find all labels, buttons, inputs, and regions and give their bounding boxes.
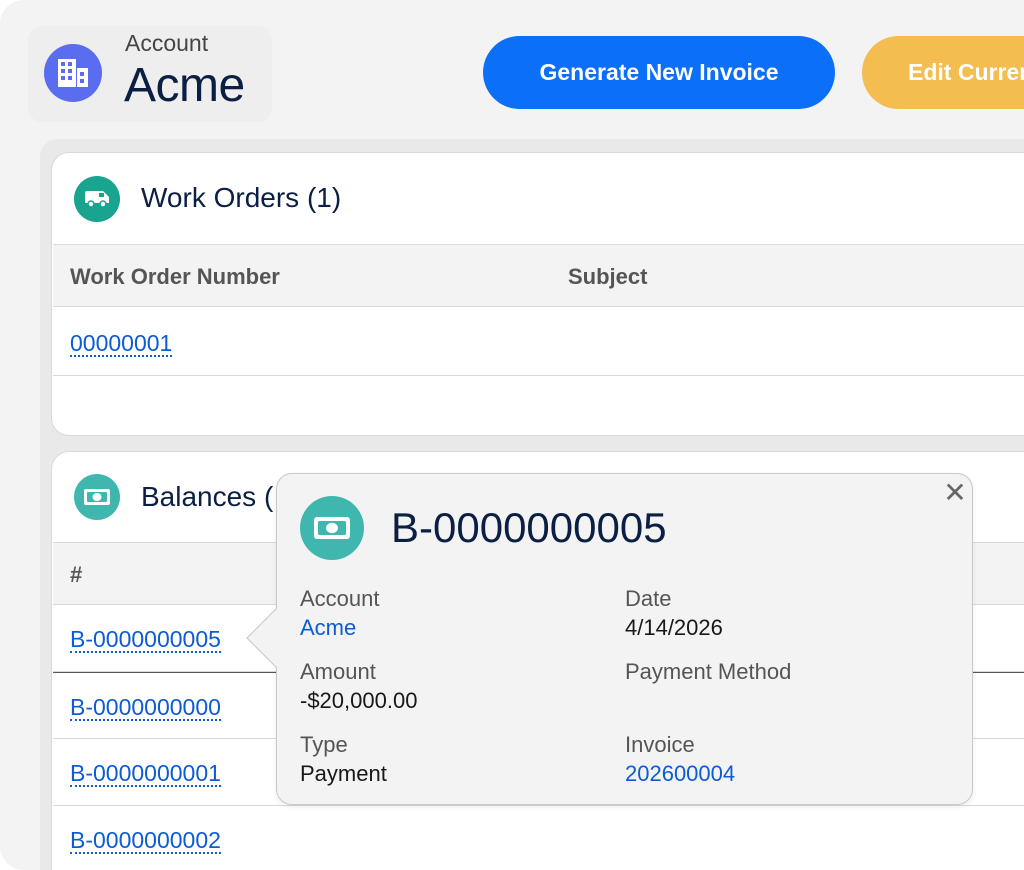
balance-link[interactable]: B-0000000005 <box>70 627 221 654</box>
balance-link[interactable]: B-0000000002 <box>70 828 221 855</box>
field-label-date: Date <box>625 586 672 611</box>
field-label-amount: Amount <box>300 659 376 684</box>
app-frame: Account Acme Generate New Invoice Edit C… <box>0 0 1024 870</box>
balance-link[interactable]: B-0000000001 <box>70 761 221 788</box>
table-row: 00000001 <box>53 307 1024 376</box>
work-orders-title[interactable]: Work Orders (1) <box>141 182 341 214</box>
column-header-number[interactable]: # <box>70 562 82 588</box>
money-icon <box>300 496 364 560</box>
field-value-invoice-link[interactable]: 202600004 <box>625 761 735 787</box>
field-label-payment-method: Payment Method <box>625 659 792 684</box>
account-name: Acme <box>124 59 245 112</box>
money-icon <box>74 474 120 520</box>
building-icon <box>44 44 102 102</box>
field-value-amount: -$20,000.00 <box>300 688 418 713</box>
field-label-account: Account <box>300 586 380 611</box>
column-header-subject[interactable]: Subject <box>568 264 647 290</box>
balance-link[interactable]: B-0000000000 <box>70 695 221 722</box>
work-order-number-link[interactable]: 00000001 <box>70 331 173 358</box>
field-value-date: 4/14/2026 <box>625 615 723 640</box>
close-icon[interactable]: ✕ <box>940 478 970 508</box>
edit-currency-button[interactable]: Edit Currency <box>862 36 1024 109</box>
field-label-invoice: Invoice <box>625 732 695 757</box>
balances-title[interactable]: Balances ( <box>141 481 273 513</box>
table-row: B-0000000002 <box>53 806 1024 870</box>
field-value-type: Payment <box>300 761 387 786</box>
popover-title: B-0000000005 <box>391 504 667 551</box>
generate-invoice-button[interactable]: Generate New Invoice <box>483 36 835 109</box>
account-label: Account <box>125 30 209 56</box>
column-header-work-order-number[interactable]: Work Order Number <box>70 264 280 290</box>
work-orders-table-header: Work Order Number Subject <box>53 244 1024 307</box>
field-value-account-link[interactable]: Acme <box>300 615 356 641</box>
truck-icon <box>74 176 120 222</box>
field-label-type: Type <box>300 732 348 757</box>
